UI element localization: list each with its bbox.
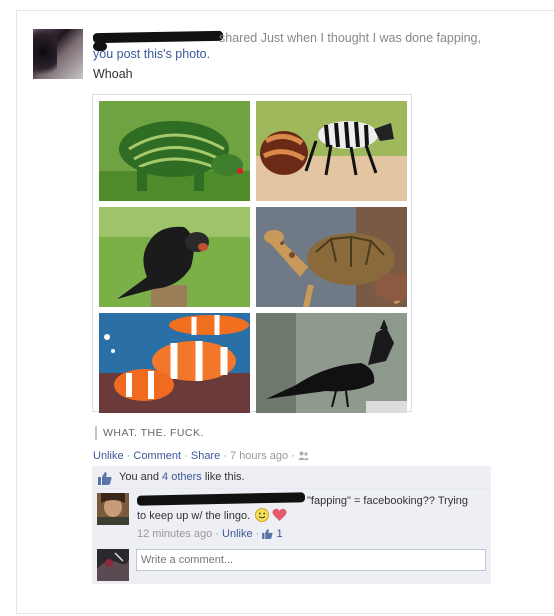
photo-tile-zebra-crab: [256, 101, 407, 201]
comment-body: "fapping" = facebooking?? Trying to keep…: [137, 494, 477, 526]
dot-separator: ·: [291, 450, 295, 462]
photo-tile-crow-horse: [256, 313, 407, 413]
heart-icon: [272, 508, 287, 526]
likes-sentence: You and 4 others like this.: [92, 466, 491, 489]
dot-separator: ·: [223, 450, 227, 462]
others-link[interactable]: 4 others: [162, 471, 202, 483]
poster-avatar[interactable]: [33, 29, 83, 79]
comment-unlike-link[interactable]: Unlike: [222, 528, 253, 540]
comment-text-1: "fapping" = facebooking?? Trying: [307, 495, 469, 507]
photo-tile-watermelon-rhino: [99, 101, 250, 201]
viewer-avatar[interactable]: [97, 549, 129, 581]
dot-separator: ·: [184, 450, 188, 462]
photo-tile-clownfish: [99, 313, 250, 413]
commenter-avatar[interactable]: [97, 493, 129, 525]
photo-tile-bird-monkey: [99, 207, 250, 307]
unlike-link[interactable]: Unlike: [93, 450, 124, 462]
story-actions: Unlike · Comment · Share · 7 hours ago ·: [93, 449, 309, 465]
share-text: shared Just when I thought I was done fa…: [219, 31, 481, 45]
comment-time[interactable]: 12 minutes ago: [137, 528, 212, 540]
story-header: shared Just when I thought I was done fa…: [93, 30, 503, 62]
smiley-icon: [255, 508, 270, 526]
comment-input[interactable]: [136, 549, 486, 571]
photo-description: WHAT. THE. FUCK.: [95, 426, 204, 440]
dot-separator: ·: [126, 450, 131, 462]
share-link[interactable]: Share: [191, 450, 220, 462]
likes-text: You and 4 others like this.: [119, 471, 245, 483]
post-caption: Whoah: [93, 67, 133, 81]
comment-link[interactable]: Comment: [133, 450, 181, 462]
audience-icon[interactable]: [297, 451, 309, 465]
timestamp-link[interactable]: 7 hours ago: [230, 450, 288, 462]
photo-tile-giraffe-turtle: [256, 207, 407, 307]
comment-composer: [92, 544, 491, 584]
shared-photo[interactable]: [92, 94, 412, 413]
comment-meta: 12 minutes ago · Unlike · 1: [137, 527, 283, 543]
comment-like-count[interactable]: 1: [276, 528, 282, 540]
comment-text-2: to keep up w/ the lingo.: [137, 510, 251, 522]
comment-like-thumb-icon[interactable]: [262, 529, 273, 543]
share-text-2[interactable]: you post this's photo.: [93, 47, 210, 61]
